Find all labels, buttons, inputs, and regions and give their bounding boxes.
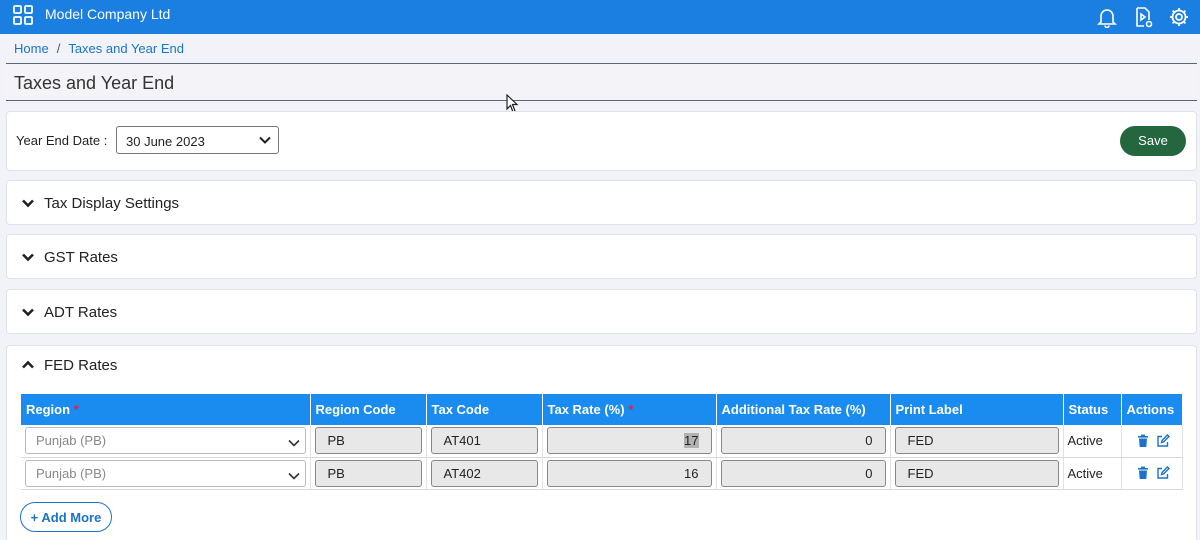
bell-icon[interactable]: [1096, 6, 1118, 29]
edit-icon[interactable]: [1156, 466, 1170, 480]
table-row: Punjab (PB) PB AT402 16 0 FED Active: [21, 457, 1183, 490]
print-label-input[interactable]: FED: [894, 427, 1059, 455]
chevron-down-icon: [21, 305, 35, 319]
section-title: ADT Rates: [44, 304, 118, 321]
region-code-field: PB: [314, 459, 422, 487]
chevron-down-icon: [287, 433, 301, 447]
chevron-down-icon: [21, 196, 35, 210]
section-fed-rates: FED Rates Region * Region Code Tax Code …: [6, 345, 1197, 540]
section-title: GST Rates: [44, 249, 118, 266]
header-additional-tax-rate: Additional Tax Rate (%): [716, 394, 891, 425]
edit-icon[interactable]: [1156, 433, 1170, 448]
video-help-icon[interactable]: [1132, 6, 1154, 28]
additional-tax-rate-input[interactable]: 0: [720, 459, 886, 487]
breadcrumb-separator: /: [56, 41, 61, 56]
table-row: Punjab (PB) PB AT401 17 0 FED Active: [21, 425, 1183, 458]
region-select[interactable]: Punjab (PB): [25, 427, 306, 455]
save-button[interactable]: Save: [1120, 126, 1186, 156]
tax-rate-input[interactable]: 16: [546, 459, 712, 487]
section-adt-rates[interactable]: ADT Rates: [6, 289, 1197, 334]
grid-icon[interactable]: [13, 5, 33, 25]
status-text: Active: [1067, 433, 1103, 449]
breadcrumb: Home / Taxes and Year End: [14, 41, 184, 56]
trash-icon[interactable]: [1136, 434, 1150, 448]
tax-rate-input[interactable]: 17: [546, 427, 712, 455]
page-title: Taxes and Year End: [14, 73, 175, 93]
breadcrumb-home[interactable]: Home: [14, 41, 49, 56]
header-region: Region *: [21, 394, 311, 425]
additional-tax-rate-input[interactable]: 0: [720, 427, 886, 455]
tax-code-field: AT402: [430, 459, 538, 487]
header-tax-rate: Tax Rate (%) *: [542, 394, 717, 425]
section-gst-rates[interactable]: GST Rates: [6, 234, 1197, 279]
status-text: Active: [1067, 465, 1103, 481]
year-end-value: 30 June 2023: [126, 134, 205, 149]
header-print-label: Print Label: [890, 394, 1064, 425]
chevron-up-icon[interactable]: [21, 358, 35, 372]
gear-icon[interactable]: [1168, 6, 1190, 28]
section-tax-display-settings[interactable]: Tax Display Settings: [6, 180, 1197, 225]
company-name[interactable]: Model Company Ltd: [45, 6, 170, 22]
header-tax-code: Tax Code: [426, 394, 543, 425]
print-label-input[interactable]: FED: [894, 459, 1059, 487]
region-select[interactable]: Punjab (PB): [25, 459, 306, 487]
region-code-field: PB: [314, 427, 422, 455]
tax-code-field: AT401: [430, 427, 538, 455]
chevron-down-icon: [287, 466, 301, 480]
header-region-code: Region Code: [310, 394, 427, 425]
chevron-down-icon: [258, 133, 272, 147]
add-more-button[interactable]: + Add More: [20, 502, 112, 532]
year-end-select[interactable]: 30 June 2023: [116, 126, 279, 154]
year-end-panel: Year End Date : 30 June 2023 Save: [6, 111, 1197, 171]
table-header-row: Region * Region Code Tax Code Tax Rate (…: [21, 394, 1183, 425]
fed-rates-table: Region * Region Code Tax Code Tax Rate (…: [21, 394, 1183, 490]
section-title: Tax Display Settings: [44, 195, 180, 212]
trash-icon[interactable]: [1136, 466, 1150, 480]
breadcrumb-current[interactable]: Taxes and Year End: [68, 41, 184, 56]
chevron-down-icon: [21, 250, 35, 264]
year-end-label: Year End Date :: [16, 133, 108, 148]
header-actions: Actions: [1121, 394, 1183, 425]
top-bar: Model Company Ltd: [0, 0, 1200, 34]
section-title[interactable]: FED Rates: [44, 357, 117, 374]
title-bar: Taxes and Year End: [6, 63, 1197, 101]
header-status: Status: [1063, 394, 1122, 425]
